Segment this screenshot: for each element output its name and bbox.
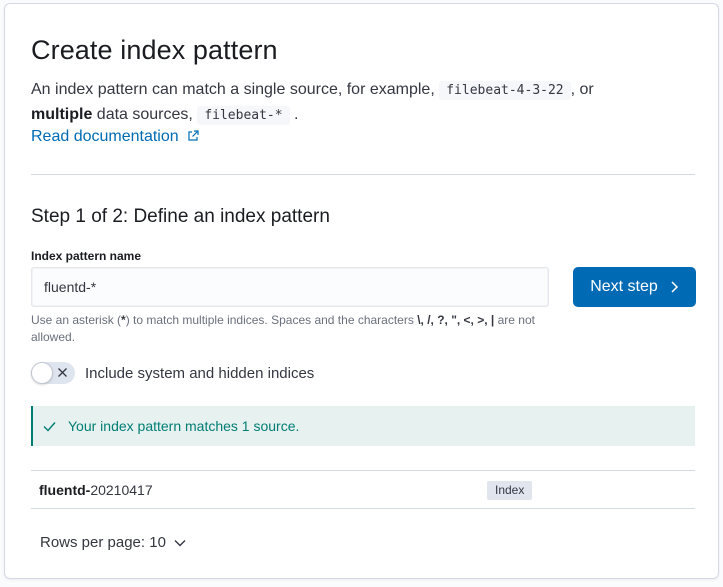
chevron-right-icon <box>671 281 678 293</box>
external-link-icon <box>188 130 199 141</box>
read-documentation-link[interactable]: Read documentation <box>31 128 199 146</box>
index-pattern-help-text: Use an asterisk (*) to match multiple in… <box>31 312 551 346</box>
desc-multiple: multiple <box>31 106 93 123</box>
next-step-label: Next step <box>590 278 658 295</box>
section-divider <box>31 174 695 175</box>
check-icon <box>43 421 56 432</box>
desc-middle: data sources, <box>96 106 193 123</box>
example-multiple-code: filebeat-* <box>197 106 290 125</box>
index-name-rest: 20210417 <box>90 481 153 498</box>
create-index-pattern-panel: Create index pattern An index pattern ca… <box>4 3 719 579</box>
rows-per-page-button[interactable]: Rows per page: 10 <box>40 534 186 551</box>
include-hidden-label[interactable]: Include system and hidden indices <box>85 365 314 382</box>
match-success-callout: Your index pattern matches 1 source. <box>31 406 695 446</box>
index-name-cell: fluentd-20210417 <box>39 482 153 498</box>
index-badge: Index <box>487 481 533 500</box>
page-description: An index pattern can match a single sour… <box>31 78 701 128</box>
doc-link-label: Read documentation <box>31 128 179 145</box>
index-name-match: fluentd- <box>39 481 91 498</box>
include-hidden-toggle-row: Include system and hidden indices <box>31 362 314 384</box>
step-title: Step 1 of 2: Define an index pattern <box>31 206 330 227</box>
index-pattern-name-input[interactable] <box>31 267 549 307</box>
help-middle: ) to match multiple indices. Spaces and … <box>125 313 414 327</box>
example-single-code: filebeat-4-3-22 <box>439 81 571 100</box>
switch-knob <box>31 362 53 384</box>
table-row: fluentd-20210417 Index <box>31 471 695 509</box>
next-step-button[interactable]: Next step <box>573 267 696 307</box>
help-chars: \, /, ?, ", <, >, | <box>417 313 495 327</box>
include-hidden-switch[interactable] <box>31 362 75 384</box>
desc-prefix: An index pattern can match a single sour… <box>31 81 435 98</box>
desc-end: . <box>294 106 299 123</box>
callout-text: Your index pattern matches 1 source. <box>68 418 300 434</box>
page-title: Create index pattern <box>31 35 278 65</box>
index-pattern-name-label: Index pattern name <box>31 249 142 263</box>
close-icon <box>58 368 67 377</box>
rows-per-page-label: Rows per page: 10 <box>40 534 166 551</box>
chevron-down-icon <box>174 539 186 546</box>
desc-or: , or <box>570 81 594 98</box>
help-prefix: Use an asterisk ( <box>31 313 122 327</box>
